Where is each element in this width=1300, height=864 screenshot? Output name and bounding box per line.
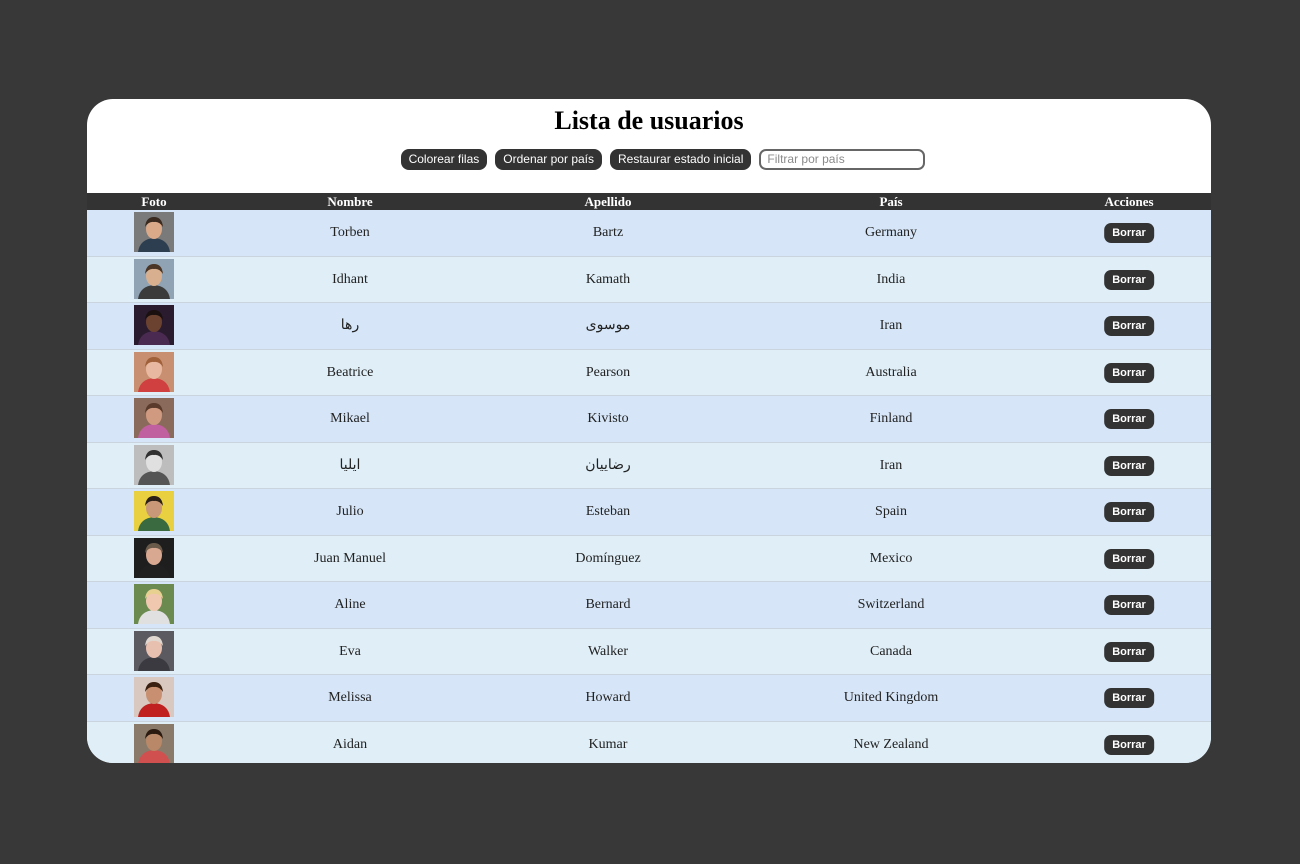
- user-avatar: [134, 258, 174, 299]
- user-avatar: [134, 305, 174, 345]
- user-first-name: Aline: [334, 597, 366, 612]
- user-avatar: [134, 630, 174, 671]
- user-first-name: ایلیا: [339, 457, 361, 473]
- user-country: Switzerland: [857, 597, 925, 612]
- user-last-name: Bartz: [592, 225, 624, 240]
- color-rows-button[interactable]: Colorear filas: [400, 148, 488, 170]
- table-body: Torben Bartz Germany Borrar Idhant Kamath Indi…: [87, 210, 1211, 763]
- toolbar: Colorear filas Ordenar por país Restaura…: [115, 144, 1211, 174]
- user-first-name: Mikael: [330, 411, 370, 426]
- table-row: Melissa Howard United Kingdom Borrar: [87, 675, 1211, 722]
- user-country: Mexico: [869, 550, 913, 566]
- user-avatar: [134, 351, 174, 392]
- user-avatar: [134, 677, 174, 717]
- user-country: Finland: [869, 411, 913, 426]
- user-last-name: رضاییان: [585, 457, 631, 473]
- table-row: Torben Bartz Germany Borrar: [87, 210, 1211, 257]
- user-country: Canada: [870, 643, 912, 659]
- sort-by-country-button[interactable]: Ordenar por país: [495, 148, 602, 170]
- table-row: Julio Esteban Spain Borrar: [87, 489, 1211, 536]
- column-header-photo: Foto: [141, 194, 167, 209]
- delete-button[interactable]: Borrar: [1104, 316, 1154, 336]
- user-last-name: Howard: [585, 690, 631, 705]
- user-first-name: رها: [340, 318, 360, 333]
- delete-button[interactable]: Borrar: [1104, 641, 1154, 662]
- user-country: Australia: [865, 364, 917, 380]
- table-row: Eva Walker Canada Borrar: [87, 628, 1211, 675]
- user-last-name: Kivisto: [587, 411, 629, 426]
- delete-button[interactable]: Borrar: [1104, 502, 1154, 522]
- user-last-name: Bernard: [585, 597, 631, 612]
- user-first-name: Melissa: [328, 690, 372, 705]
- user-first-name: Torben: [330, 225, 370, 240]
- user-first-name: Eva: [339, 643, 361, 659]
- user-first-name: Aidan: [332, 736, 368, 752]
- users-card: Lista de usuarios Colorear filas Ordenar…: [87, 99, 1211, 763]
- table-header: Foto Nombre Apellido País Acciones: [87, 193, 1211, 210]
- user-country: Iran: [879, 457, 903, 473]
- user-last-name: Walker: [587, 643, 629, 659]
- column-header-country: País: [879, 194, 903, 209]
- user-country: New Zealand: [853, 736, 929, 752]
- user-last-name: Domínguez: [575, 550, 641, 566]
- user-avatar: [134, 444, 174, 485]
- page-title: Lista de usuarios: [554, 106, 744, 135]
- reset-state-button[interactable]: Restaurar estado inicial: [610, 148, 752, 170]
- delete-button[interactable]: Borrar: [1104, 734, 1154, 755]
- table-row: ایلیا رضاییان Iran Borrar: [87, 442, 1211, 489]
- column-header-actions: Acciones: [1104, 194, 1154, 209]
- delete-button[interactable]: Borrar: [1104, 455, 1154, 476]
- table-row: Mikael Kivisto Finland Borrar: [87, 396, 1211, 443]
- user-avatar: [134, 398, 174, 438]
- table-row: Idhant Kamath India Borrar: [87, 256, 1211, 303]
- delete-button[interactable]: Borrar: [1104, 269, 1154, 290]
- user-avatar: [134, 212, 174, 252]
- table-row: Aidan Kumar New Zealand Borrar: [87, 721, 1211, 763]
- column-header-first-name: Nombre: [327, 194, 373, 209]
- delete-button[interactable]: Borrar: [1104, 688, 1154, 708]
- delete-button[interactable]: Borrar: [1104, 595, 1154, 615]
- user-last-name: Pearson: [585, 364, 631, 380]
- user-country: India: [876, 271, 906, 287]
- user-avatar: [134, 537, 174, 578]
- user-first-name: Idhant: [332, 271, 368, 287]
- user-country: Germany: [864, 225, 918, 240]
- column-header-last-name: Apellido: [584, 194, 632, 209]
- user-last-name: Kumar: [588, 736, 628, 752]
- table-row: Juan Manuel Domínguez Mexico Borrar: [87, 535, 1211, 582]
- user-first-name: Julio: [336, 504, 364, 519]
- user-country: United Kingdom: [843, 690, 939, 705]
- user-avatar: [134, 491, 174, 531]
- delete-button[interactable]: Borrar: [1104, 362, 1154, 383]
- user-country: Spain: [875, 504, 907, 519]
- user-last-name: Kamath: [585, 271, 631, 287]
- user-last-name: موسوی: [585, 318, 631, 333]
- user-last-name: Esteban: [585, 504, 631, 519]
- user-first-name: Juan Manuel: [314, 550, 386, 566]
- user-avatar: [134, 584, 174, 624]
- user-avatar: [134, 723, 174, 763]
- table-row: Aline Bernard Switzerland Borrar: [87, 582, 1211, 629]
- delete-button[interactable]: Borrar: [1104, 223, 1154, 243]
- filter-country-input[interactable]: [759, 148, 926, 170]
- delete-button[interactable]: Borrar: [1104, 548, 1154, 569]
- delete-button[interactable]: Borrar: [1104, 409, 1154, 429]
- user-first-name: Beatrice: [326, 364, 374, 380]
- table-row: رها موسوی Iran Borrar: [87, 303, 1211, 350]
- user-country: Iran: [879, 318, 903, 333]
- table-row: Beatrice Pearson Australia Borrar: [87, 349, 1211, 396]
